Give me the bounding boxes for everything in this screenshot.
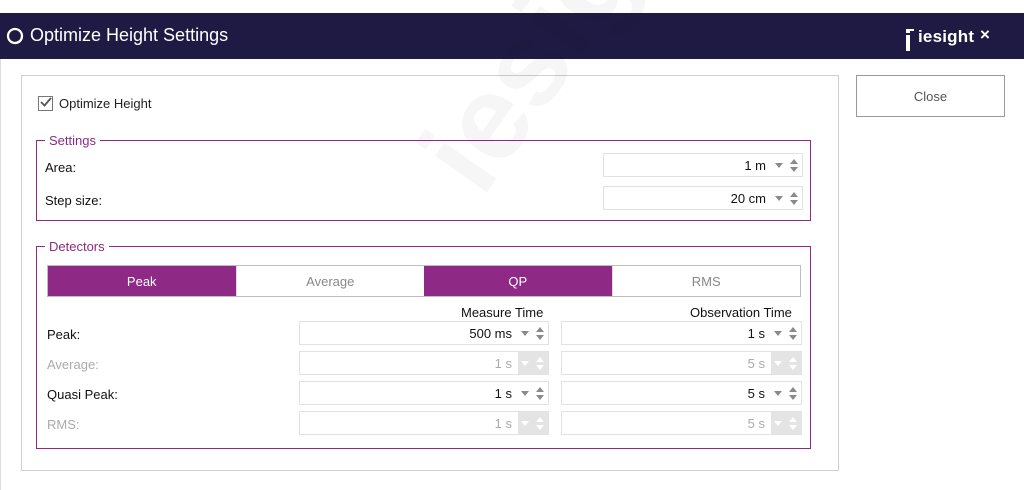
step-size-spinner[interactable]: 20 cm — [603, 186, 803, 210]
brand-logo: iesight — [918, 27, 975, 46]
detector-tabs: Peak Average QP RMS — [47, 265, 801, 297]
rms-measure-value: 1 s — [494, 415, 512, 431]
step-size-dropdown-icon[interactable] — [772, 187, 786, 209]
optimize-height-label: Optimize Height — [59, 96, 152, 111]
optimize-height-row[interactable]: Optimize Height — [38, 96, 151, 111]
detectors-legend: Detectors — [49, 239, 105, 254]
quasi-peak-observation-stepper[interactable] — [785, 382, 801, 404]
quasi-peak-measure-value: 1 s — [494, 385, 512, 401]
quasi-peak-observation-spinner[interactable]: 5 s — [561, 381, 802, 405]
area-label: Area: — [45, 160, 77, 175]
area-dropdown-icon[interactable] — [772, 154, 786, 176]
average-measure-dropdown-icon — [518, 352, 532, 374]
step-size-value: 20 cm — [730, 190, 766, 206]
brand-logo-icon — [906, 29, 914, 51]
rms-measure-stepper — [532, 412, 548, 434]
tab-average[interactable]: Average — [235, 266, 424, 296]
window-close-icon[interactable]: × — [980, 25, 990, 45]
quasi-peak-row-label: Quasi Peak: — [47, 387, 118, 402]
settings-legend: Settings — [49, 133, 96, 148]
rms-observation-value: 5 s — [747, 415, 765, 431]
average-measure-value: 1 s — [494, 355, 512, 371]
quasi-peak-measure-dropdown-icon[interactable] — [518, 382, 532, 404]
average-observation-spinner: 5 s — [561, 351, 802, 375]
rms-observation-spinner: 5 s — [561, 411, 802, 435]
average-observation-value: 5 s — [747, 355, 765, 371]
detectors-group: Detectors Peak Average QP RMS Measure Ti… — [36, 239, 811, 449]
quasi-peak-measure-stepper[interactable] — [532, 382, 548, 404]
area-stepper[interactable] — [786, 154, 802, 176]
average-row-label: Average: — [47, 357, 99, 372]
tab-rms[interactable]: RMS — [611, 266, 800, 296]
close-button[interactable]: Close — [856, 75, 1005, 117]
checkmark-icon — [40, 97, 52, 107]
peak-row-label: Peak: — [47, 327, 81, 342]
step-size-stepper[interactable] — [786, 187, 802, 209]
tab-peak[interactable]: Peak — [48, 266, 236, 296]
peak-measure-stepper[interactable] — [532, 322, 548, 344]
rms-measure-dropdown-icon — [518, 412, 532, 434]
settings-group: Settings Area: 1 m Step size: 20 cm — [36, 133, 811, 221]
peak-measure-spinner[interactable]: 500 ms — [299, 321, 549, 345]
quasi-peak-observation-value: 5 s — [747, 385, 765, 401]
peak-measure-dropdown-icon[interactable] — [518, 322, 532, 344]
average-observation-stepper — [785, 352, 801, 374]
average-measure-spinner: 1 s — [299, 351, 549, 375]
rms-observation-stepper — [785, 412, 801, 434]
peak-observation-stepper[interactable] — [785, 322, 801, 344]
title-bar: Optimize Height Settings iesight × — [0, 13, 1024, 59]
area-value: 1 m — [744, 157, 766, 173]
peak-measure-value: 500 ms — [469, 325, 512, 341]
area-spinner[interactable]: 1 m — [603, 153, 803, 177]
settings-panel: iesight Optimize Height Settings Area: 1… — [21, 75, 839, 471]
quasi-peak-observation-dropdown-icon[interactable] — [771, 382, 785, 404]
rms-observation-dropdown-icon — [771, 412, 785, 434]
dialog-body: Close iesight Optimize Height Settings A… — [0, 59, 1024, 490]
peak-observation-dropdown-icon[interactable] — [771, 322, 785, 344]
rms-row-label: RMS: — [47, 417, 80, 432]
refresh-icon — [6, 27, 24, 45]
average-measure-stepper — [532, 352, 548, 374]
optimize-height-checkbox[interactable] — [38, 96, 53, 111]
peak-observation-spinner[interactable]: 1 s — [561, 321, 802, 345]
step-size-label: Step size: — [45, 193, 103, 208]
window-title: Optimize Height Settings — [30, 25, 229, 45]
rms-measure-spinner: 1 s — [299, 411, 549, 435]
peak-observation-value: 1 s — [747, 325, 765, 341]
quasi-peak-measure-spinner[interactable]: 1 s — [299, 381, 549, 405]
measure-time-header: Measure Time — [461, 305, 544, 320]
tab-qp[interactable]: QP — [424, 266, 612, 296]
average-observation-dropdown-icon — [771, 352, 785, 374]
observation-time-header: Observation Time — [690, 305, 792, 320]
